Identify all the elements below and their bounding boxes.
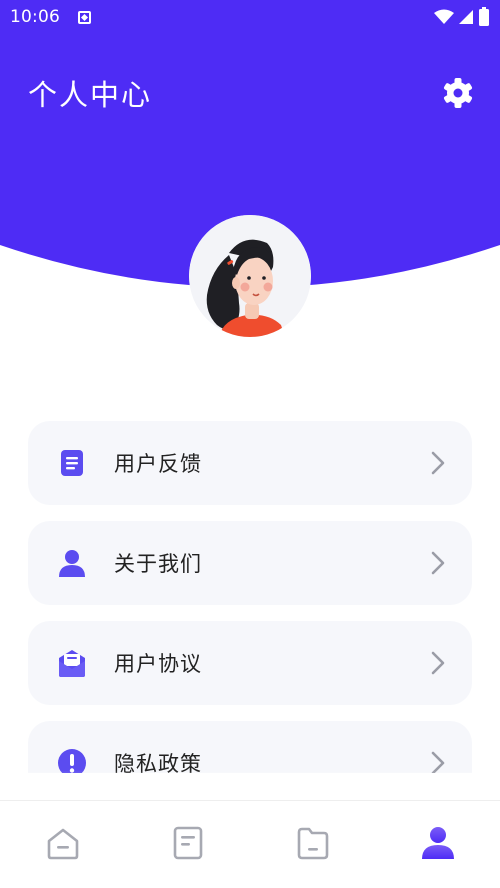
menu-item-label: 用户协议 bbox=[114, 652, 202, 676]
profile-icon bbox=[421, 827, 454, 859]
avatar-illustration bbox=[189, 215, 311, 337]
feedback-document-icon bbox=[61, 450, 83, 476]
chevron-right-icon bbox=[431, 551, 445, 575]
tab-profile[interactable] bbox=[375, 801, 500, 888]
tab-home[interactable] bbox=[0, 801, 125, 888]
menu-item-user-agreement[interactable]: 用户协议 bbox=[28, 621, 472, 705]
chevron-right-icon bbox=[431, 451, 445, 475]
menu-item-label: 用户反馈 bbox=[114, 452, 202, 476]
menu-list: 用户反馈 关于我们 用户协议 隐私政策 bbox=[28, 421, 472, 773]
settings-button[interactable] bbox=[441, 76, 475, 110]
home-icon bbox=[47, 828, 78, 860]
chevron-right-icon bbox=[431, 651, 445, 675]
person-icon bbox=[59, 550, 85, 577]
list-fade-overlay bbox=[0, 770, 500, 800]
menu-item-privacy-policy[interactable]: 隐私政策 bbox=[28, 721, 472, 773]
bottom-navigation bbox=[0, 800, 500, 888]
gear-icon bbox=[443, 78, 473, 108]
menu-item-feedback[interactable]: 用户反馈 bbox=[28, 421, 472, 505]
avatar[interactable] bbox=[189, 215, 311, 337]
document-icon bbox=[173, 826, 202, 860]
menu-item-about[interactable]: 关于我们 bbox=[28, 521, 472, 605]
tab-notes[interactable] bbox=[125, 801, 250, 888]
folder-icon bbox=[297, 827, 328, 860]
app-notification-icon bbox=[78, 10, 91, 24]
battery-icon bbox=[479, 7, 489, 26]
status-time: 10:06 bbox=[10, 7, 60, 27]
cell-signal-icon bbox=[459, 10, 473, 24]
envelope-icon bbox=[59, 650, 85, 677]
tab-folder[interactable] bbox=[250, 801, 375, 888]
status-bar: 10:06 bbox=[0, 0, 500, 34]
menu-item-label: 关于我们 bbox=[114, 552, 202, 576]
wifi-icon bbox=[434, 9, 454, 24]
page-title: 个人中心 bbox=[28, 78, 153, 112]
